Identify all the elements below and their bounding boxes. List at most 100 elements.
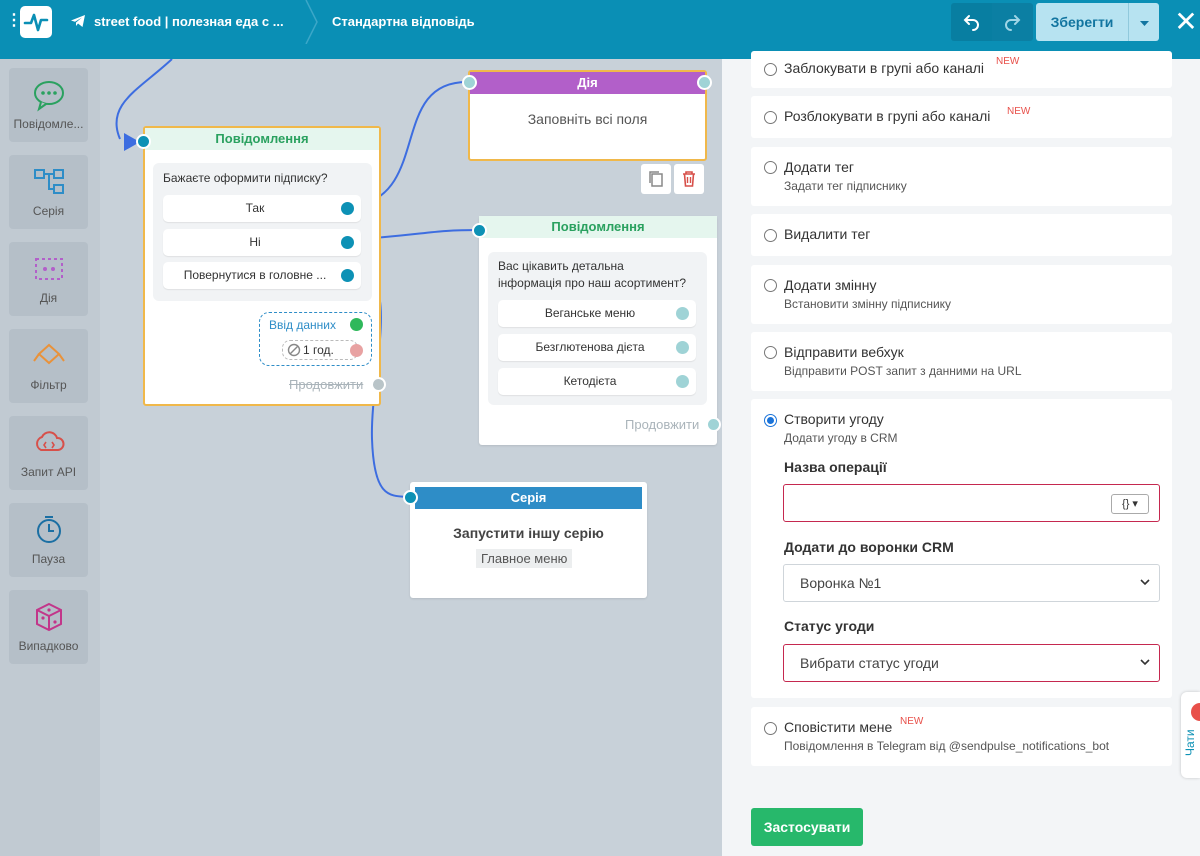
option-title: Створити угоду xyxy=(784,411,884,427)
palette-label: Випадково xyxy=(18,639,79,653)
chevron-down-icon xyxy=(1139,565,1151,615)
message-node[interactable]: Повідомлення Вас цікавить детальна інфор… xyxy=(479,216,717,445)
deal-name-input[interactable]: {} ▾ xyxy=(783,484,1160,522)
option-send-webhook[interactable]: Відправити вебхук Відправити POST запит … xyxy=(751,332,1172,391)
option-subtitle: Задати тег підписнику xyxy=(784,179,907,193)
radio[interactable] xyxy=(764,161,777,174)
palette-label: Фільтр xyxy=(30,378,67,392)
continue-label: Продовжити xyxy=(625,417,700,432)
palette-label: Пауза xyxy=(31,552,66,566)
notification-dot-icon xyxy=(1191,703,1200,721)
palette-label: Дія xyxy=(39,291,58,305)
button-port[interactable] xyxy=(341,269,354,282)
series-icon xyxy=(34,169,64,194)
option-add-variable[interactable]: Додати змінну Встановити змінну підписни… xyxy=(751,265,1172,324)
input-port[interactable] xyxy=(350,318,363,331)
option-subtitle: Встановити змінну підписнику xyxy=(784,297,952,311)
copy-icon xyxy=(649,171,663,187)
trash-icon xyxy=(683,171,695,187)
reply-button[interactable]: Веганське меню xyxy=(498,300,696,327)
input-port[interactable] xyxy=(136,134,151,149)
radio[interactable] xyxy=(764,346,777,359)
option-title: Розблокувати в групі або каналі xyxy=(784,108,991,124)
node-title: Повідомлення xyxy=(145,128,379,150)
new-badge: NEW xyxy=(1007,106,1031,117)
undo-button[interactable] xyxy=(951,3,992,41)
radio[interactable] xyxy=(764,111,777,124)
radio[interactable] xyxy=(764,229,777,242)
continue-port[interactable] xyxy=(706,417,721,432)
radio[interactable] xyxy=(764,279,777,292)
reply-button[interactable]: Кетодієта xyxy=(498,368,696,395)
bot-name-breadcrumb[interactable]: street food | полезная еда с ... xyxy=(94,14,284,29)
api-request-icon xyxy=(36,431,65,451)
variable-picker-button[interactable]: {} ▾ xyxy=(1111,494,1149,514)
input-port[interactable] xyxy=(472,223,487,238)
telegram-icon xyxy=(70,13,86,32)
save-button[interactable]: Зберегти xyxy=(1036,3,1128,41)
option-block-in-group[interactable]: Заблокувати в групі або каналі NEW xyxy=(751,51,1172,88)
palette-item-pause[interactable]: Пауза xyxy=(9,503,88,577)
option-notify-me[interactable]: Сповістити мене NEW Повідомлення в Teleg… xyxy=(751,707,1172,766)
radio-selected[interactable] xyxy=(764,414,777,427)
app-logo-icon[interactable] xyxy=(20,6,52,38)
series-node[interactable]: Серія Запустити іншу серію Главное меню xyxy=(410,482,647,598)
button-port[interactable] xyxy=(341,202,354,215)
random-dice-icon xyxy=(36,602,62,632)
palette-item-random[interactable]: Випадково xyxy=(9,590,88,664)
reply-button[interactable]: Повернутися в головне ... xyxy=(163,262,361,289)
filter-icon xyxy=(33,343,65,365)
palette-item-message[interactable]: Повідомле... xyxy=(9,68,88,142)
option-add-tag[interactable]: Додати тег Задати тег підписнику xyxy=(751,147,1172,206)
chats-side-tab[interactable]: Чати xyxy=(1181,692,1200,778)
node-title: Серія xyxy=(415,487,642,509)
button-port[interactable] xyxy=(341,236,354,249)
option-remove-tag[interactable]: Видалити тег xyxy=(751,214,1172,256)
input-port[interactable] xyxy=(462,75,477,90)
button-port[interactable] xyxy=(676,341,689,354)
copy-button[interactable] xyxy=(641,164,671,194)
ban-icon xyxy=(287,343,301,360)
continue-port[interactable] xyxy=(371,377,386,392)
palette-item-api-request[interactable]: Запит API xyxy=(9,416,88,490)
timeout-port[interactable] xyxy=(350,344,363,357)
palette-label: Запит API xyxy=(20,465,77,479)
button-port[interactable] xyxy=(676,375,689,388)
palette-label: Серія xyxy=(32,204,65,218)
message-node[interactable]: Повідомлення Бажаєте оформити підписку? … xyxy=(143,126,381,406)
reply-button[interactable]: Безглютенова дієта xyxy=(498,334,696,361)
option-subtitle: Відправити POST запит з данними на URL xyxy=(784,364,1022,378)
funnel-select[interactable]: Воронка №1 xyxy=(783,564,1160,602)
palette-item-action[interactable]: Дія xyxy=(9,242,88,316)
message-question-line2: інформація про наш асортимент? xyxy=(498,276,687,290)
block-palette: Повідомле... Серія Дія Фільтр Запит API … xyxy=(0,59,100,856)
series-label: Запустити іншу серію xyxy=(453,525,604,541)
option-create-deal[interactable]: Створити угоду Додати угоду в CRM Назва … xyxy=(751,399,1172,698)
flow-canvas[interactable]: Повідомлення Бажаєте оформити підписку? … xyxy=(100,59,722,856)
palette-item-series[interactable]: Серія xyxy=(9,155,88,229)
save-dropdown-button[interactable] xyxy=(1128,3,1159,41)
pause-clock-icon xyxy=(37,516,61,543)
action-node[interactable]: Дія Заповніть всі поля xyxy=(468,70,707,161)
close-button[interactable]: ✕ xyxy=(1174,8,1198,36)
option-unblock-in-group[interactable]: Розблокувати в групі або каналі NEW xyxy=(751,96,1172,138)
input-port[interactable] xyxy=(403,490,418,505)
breadcrumb-separator xyxy=(303,0,323,47)
redo-button[interactable] xyxy=(992,3,1033,41)
output-port[interactable] xyxy=(697,75,712,90)
radio[interactable] xyxy=(764,722,777,735)
deal-status-select[interactable]: Вибрати статус угоди xyxy=(783,644,1160,682)
series-tag: Главное меню xyxy=(476,549,573,568)
reply-button[interactable]: Ні xyxy=(163,229,361,256)
action-settings-panel: Заблокувати в групі або каналі NEW Розбл… xyxy=(722,51,1200,856)
button-port[interactable] xyxy=(676,307,689,320)
continue-label: Продовжити xyxy=(289,377,364,392)
palette-item-filter[interactable]: Фільтр xyxy=(9,329,88,403)
delete-button[interactable] xyxy=(674,164,704,194)
radio[interactable] xyxy=(764,63,777,76)
apply-button[interactable]: Застосувати xyxy=(751,808,863,846)
reply-button[interactable]: Так xyxy=(163,195,361,222)
palette-label: Повідомле... xyxy=(13,117,84,131)
message-question: Бажаєте оформити підписку? xyxy=(163,171,328,185)
node-title: Дія xyxy=(470,72,705,94)
